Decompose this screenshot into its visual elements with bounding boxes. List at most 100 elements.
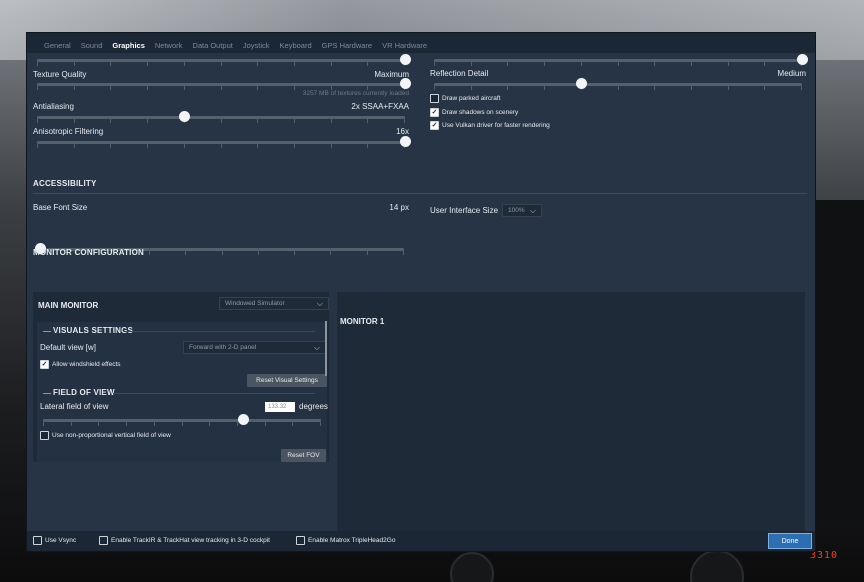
windshield-effects-checkbox[interactable]: ✓ Allow windshield effects xyxy=(40,360,121,369)
slider-knob[interactable] xyxy=(400,78,411,89)
slider-tick xyxy=(43,422,44,426)
slider-tick xyxy=(367,62,368,66)
slider-knob[interactable] xyxy=(238,414,249,425)
lateral-fov-slider[interactable] xyxy=(43,414,321,426)
slider-tick xyxy=(471,62,472,66)
slider-tick xyxy=(71,422,72,426)
dialog-footer: Use Vsync Enable TrackIR & TrackHat view… xyxy=(27,531,815,551)
slider-tick xyxy=(728,62,729,66)
slider-tick xyxy=(237,422,238,426)
slider-tick xyxy=(507,86,508,90)
slider-tick xyxy=(257,144,258,148)
slider-tick xyxy=(764,86,765,90)
section-divider xyxy=(125,331,315,332)
matrox-checkbox[interactable]: Enable Matrox TripleHead2Go xyxy=(296,536,395,545)
slider-knob[interactable] xyxy=(576,78,587,89)
slider-tick xyxy=(74,62,75,66)
monitor-mode-value: Windowed Simulator xyxy=(225,300,285,307)
tab-gps-hardware[interactable]: GPS Hardware xyxy=(317,39,377,53)
base-font-size-label: Base Font Size xyxy=(33,203,88,212)
tab-general[interactable]: General xyxy=(39,39,76,53)
anisotropic-slider[interactable] xyxy=(37,136,411,148)
slider-tick xyxy=(149,251,150,255)
default-view-dropdown[interactable]: Forward with 2-D panel ⌵ xyxy=(183,341,326,354)
slider-tick xyxy=(185,251,186,255)
vulkan-driver-checkbox[interactable]: ✓ Use Vulkan driver for faster rendering xyxy=(430,121,550,130)
base-font-size-value: 14 px xyxy=(389,203,409,212)
slider-tick xyxy=(691,86,692,90)
degrees-label: degrees xyxy=(299,402,328,411)
tab-keyboard[interactable]: Keyboard xyxy=(275,39,317,53)
slider-tick xyxy=(147,62,148,66)
ui-size-dropdown[interactable]: 100% ⌵ xyxy=(502,204,542,217)
slider-knob[interactable] xyxy=(797,54,808,65)
texture-quality-slider[interactable] xyxy=(37,78,411,90)
slider-tick xyxy=(294,62,295,66)
monitor-mode-dropdown[interactable]: Windowed Simulator ⌵ xyxy=(219,297,329,310)
tab-sound[interactable]: Sound xyxy=(76,39,108,53)
slider-tick xyxy=(221,62,222,66)
lateral-fov-label: Lateral field of view xyxy=(40,402,109,411)
slider-tick xyxy=(126,422,127,426)
lateral-fov-input[interactable]: 133.32 xyxy=(265,402,295,412)
tab-graphics[interactable]: Graphics xyxy=(107,39,150,54)
non-proportional-fov-checkbox[interactable]: Use non-proportional vertical field of v… xyxy=(40,431,171,440)
antialiasing-slider[interactable] xyxy=(37,111,405,123)
slider-tick xyxy=(320,422,321,426)
slider-tick xyxy=(367,119,368,123)
slider-tick xyxy=(294,119,295,123)
vertical-scrollbar[interactable] xyxy=(325,321,327,376)
slider-tick xyxy=(434,86,435,90)
slider-tick xyxy=(331,62,332,66)
checkbox-label: Enable TrackIR & TrackHat view tracking … xyxy=(111,537,270,544)
section-divider xyxy=(113,393,315,394)
slider-tick xyxy=(507,62,508,66)
slider-tick xyxy=(294,251,295,255)
tab-bar: General Sound Graphics Network Data Outp… xyxy=(39,39,432,54)
slider-tick xyxy=(331,144,332,148)
slider-tick xyxy=(544,86,545,90)
checkbox-icon xyxy=(33,536,42,545)
checkbox-label: Use Vulkan driver for faster rendering xyxy=(442,122,550,129)
checkbox-icon xyxy=(430,94,439,103)
top-left-slider[interactable] xyxy=(37,54,411,66)
tab-network[interactable]: Network xyxy=(150,39,188,53)
checkbox-icon xyxy=(296,536,305,545)
slider-tick xyxy=(265,422,266,426)
top-right-slider[interactable] xyxy=(434,54,808,66)
vsync-checkbox[interactable]: Use Vsync xyxy=(33,536,76,545)
tab-joystick[interactable]: Joystick xyxy=(238,39,275,53)
reset-visual-settings-button[interactable]: Reset Visual Settings xyxy=(247,374,327,387)
slider-knob[interactable] xyxy=(400,136,411,147)
antialiasing-value: 2x SSAA+FXAA xyxy=(351,102,409,111)
slider-tick xyxy=(110,86,111,90)
chevron-down-icon: ⌵ xyxy=(313,342,320,352)
draw-shadows-checkbox[interactable]: ✓ Draw shadows on scenery xyxy=(430,108,518,117)
slider-tick xyxy=(654,86,655,90)
slider-tick xyxy=(403,251,404,255)
slider-tick xyxy=(98,422,99,426)
slider-tick xyxy=(801,86,802,90)
slider-knob[interactable] xyxy=(400,54,411,65)
checkbox-icon: ✓ xyxy=(40,360,49,369)
reset-fov-button[interactable]: Reset FOV xyxy=(281,449,326,462)
done-button[interactable]: Done xyxy=(768,533,812,549)
reflection-detail-slider[interactable] xyxy=(434,78,802,90)
slider-tick xyxy=(728,86,729,90)
slider-tick xyxy=(618,86,619,90)
slider-tick xyxy=(544,62,545,66)
slider-knob[interactable] xyxy=(179,111,190,122)
draw-parked-aircraft-checkbox[interactable]: Draw parked aircraft xyxy=(430,94,501,103)
slider-tick xyxy=(147,144,148,148)
tab-vr-hardware[interactable]: VR Hardware xyxy=(377,39,432,53)
slider-tick xyxy=(221,119,222,123)
monitor-settings-scroll[interactable]: VISUALS SETTINGS Default view [w] Forwar… xyxy=(37,322,328,462)
antialiasing-label: Antialiasing xyxy=(33,102,74,111)
anisotropic-label: Anisotropic Filtering xyxy=(33,127,104,136)
trackir-checkbox[interactable]: Enable TrackIR & TrackHat view tracking … xyxy=(99,536,270,545)
ui-size-label: User Interface Size xyxy=(430,206,499,215)
section-dash xyxy=(43,393,51,394)
tab-data-output[interactable]: Data Output xyxy=(187,39,237,53)
slider-tick xyxy=(184,62,185,66)
slider-tick xyxy=(581,62,582,66)
